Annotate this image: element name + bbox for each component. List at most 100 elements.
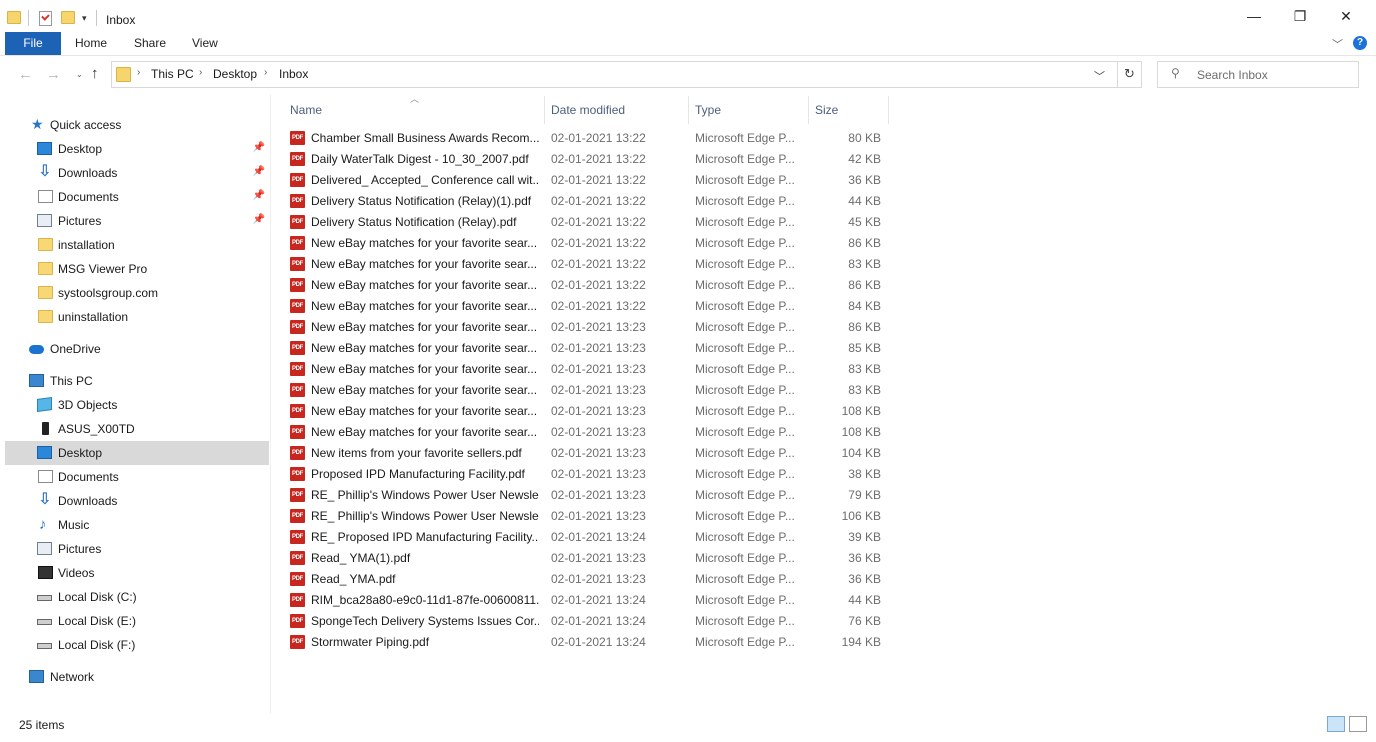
nav-item-downloads[interactable]: ⇩ Downloads 📌 [5,161,269,185]
maximize-button[interactable]: ❐ [1277,0,1323,32]
file-row[interactable]: PDF New eBay matches for your favorite se… [288,296,888,317]
folder-icon [38,262,53,275]
file-row[interactable]: PDF Chamber Small Business Awards Recom..… [288,128,888,149]
pane-divider[interactable] [270,94,271,714]
nav-item-disk-f[interactable]: Local Disk (F:) [5,633,269,657]
file-row[interactable]: PDF New items from your favorite sellers.… [288,443,888,464]
breadcrumb-desktop[interactable]: Desktop [213,67,257,81]
file-row[interactable]: PDF Daily WaterTalk Digest - 10_30_2007.p… [288,149,888,170]
column-header-name[interactable]: Name [290,103,322,125]
customize-qat-icon[interactable]: ▾ [82,13,87,24]
help-icon[interactable]: ? [1353,36,1367,50]
pdf-file-icon: PDF [290,467,305,481]
column-header-date[interactable]: Date modified [551,103,625,125]
chevron-right-icon[interactable]: › [199,67,202,78]
file-row[interactable]: PDF RE_ Proposed IPD Manufacturing Facili… [288,527,888,548]
file-row[interactable]: PDF New eBay matches for your favorite se… [288,359,888,380]
title-bar [0,0,1376,32]
nav-item-installation[interactable]: installation [5,233,269,257]
file-row[interactable]: PDF Stormwater Piping.pdf 02-01-2021 13:24… [288,632,888,653]
file-date-modified: 02-01-2021 13:23 [551,341,646,355]
file-date-modified: 02-01-2021 13:23 [551,404,646,418]
nav-item-pictures[interactable]: Pictures 📌 [5,209,269,233]
tab-share[interactable]: Share [134,32,166,55]
nav-item-documents[interactable]: Documents 📌 [5,185,269,209]
file-row[interactable]: PDF New eBay matches for your favorite se… [288,233,888,254]
file-row[interactable]: PDF SpongeTech Delivery Systems Issues Co… [288,611,888,632]
nav-item-3d-objects[interactable]: 3D Objects [5,393,269,417]
file-row[interactable]: PDF New eBay matches for your favorite se… [288,422,888,443]
nav-item-asus-phone[interactable]: ASUS_X00TD [5,417,269,441]
nav-item-downloads-pc[interactable]: ⇩ Downloads [5,489,269,513]
breadcrumb-inbox[interactable]: Inbox [279,67,308,81]
file-row[interactable]: PDF Read_ YMA(1).pdf 02-01-2021 13:23 Micro… [288,548,888,569]
nav-item-documents-pc[interactable]: Documents [5,465,269,489]
nav-this-pc[interactable]: This PC [5,369,269,393]
column-header-type[interactable]: Type [695,103,721,125]
file-row[interactable]: PDF Proposed IPD Manufacturing Facility.p… [288,464,888,485]
file-name: RE_ Phillip's Windows Power User Newsle.… [311,509,539,523]
nav-item-systoolsgroup[interactable]: systoolsgroup.com [5,281,269,305]
close-button[interactable]: ✕ [1323,0,1369,32]
nav-item-desktop[interactable]: Desktop 📌 [5,137,269,161]
nav-onedrive[interactable]: OneDrive [5,337,269,361]
file-row[interactable]: PDF Delivered_ Accepted_ Conference call … [288,170,888,191]
tab-file[interactable]: File [5,32,61,55]
pin-icon[interactable]: 📌 [253,214,265,225]
back-icon[interactable]: ← [18,66,33,83]
new-folder-icon[interactable] [61,11,75,24]
file-row[interactable]: PDF New eBay matches for your favorite se… [288,275,888,296]
pdf-file-icon: PDF [290,152,305,166]
column-divider[interactable] [808,96,809,124]
file-type: Microsoft Edge P... [695,530,795,544]
details-view-icon[interactable] [1327,716,1345,732]
nav-item-disk-e[interactable]: Local Disk (E:) [5,609,269,633]
file-row[interactable]: PDF Read_ YMA.pdf 02-01-2021 13:23 Microsof… [288,569,888,590]
file-row[interactable]: PDF New eBay matches for your favorite se… [288,380,888,401]
chevron-right-icon[interactable]: › [264,67,267,78]
pin-icon[interactable]: 📌 [253,190,265,201]
nav-item-msg-viewer-pro[interactable]: MSG Viewer Pro [5,257,269,281]
properties-icon[interactable] [39,11,52,26]
column-divider[interactable] [888,96,889,124]
address-dropdown-icon[interactable]: ﹀ [1094,68,1105,84]
minimize-button[interactable]: — [1231,0,1277,32]
nav-item-uninstallation[interactable]: uninstallation [5,305,269,329]
pin-icon[interactable]: 📌 [253,166,265,177]
file-name: RE_ Phillip's Windows Power User Newsle.… [311,488,539,502]
tab-home[interactable]: Home [75,32,107,55]
file-date-modified: 02-01-2021 13:23 [551,488,646,502]
nav-item-videos[interactable]: Videos [5,561,269,585]
file-row[interactable]: PDF Delivery Status Notification (Relay)(… [288,191,888,212]
recent-locations-icon[interactable]: ⌄ [76,70,83,79]
file-row[interactable]: PDF RE_ Phillip's Windows Power User News… [288,506,888,527]
column-divider[interactable] [544,96,545,124]
up-icon[interactable]: ↑ [91,65,99,82]
large-icons-view-icon[interactable] [1349,716,1367,732]
refresh-icon[interactable]: ↻ [1124,66,1135,82]
file-row[interactable]: PDF New eBay matches for your favorite se… [288,317,888,338]
tab-view[interactable]: View [192,32,218,55]
search-placeholder[interactable]: Search Inbox [1197,68,1268,82]
nav-network[interactable]: Network [5,665,269,689]
pin-icon[interactable]: 📌 [253,142,265,153]
nav-item-disk-c[interactable]: Local Disk (C:) [5,585,269,609]
disk-icon [37,643,52,649]
forward-icon[interactable]: → [46,66,61,83]
file-row[interactable]: PDF New eBay matches for your favorite se… [288,338,888,359]
nav-quick-access[interactable]: ★ Quick access [5,113,269,137]
column-header-size[interactable]: Size [815,103,838,125]
file-row[interactable]: PDF New eBay matches for your favorite se… [288,254,888,275]
expand-ribbon-icon[interactable]: ﹀ [1332,36,1343,52]
breadcrumb-this-pc[interactable]: This PC [151,67,194,81]
file-row[interactable]: PDF RIM_bca28a80-e9c0-11d1-87fe-00600811.… [288,590,888,611]
folder-icon [38,286,53,299]
file-row[interactable]: PDF Delivery Status Notification (Relay).… [288,212,888,233]
file-row[interactable]: PDF New eBay matches for your favorite se… [288,401,888,422]
nav-item-desktop-selected[interactable]: Desktop [5,441,269,465]
column-divider[interactable] [688,96,689,124]
file-row[interactable]: PDF RE_ Phillip's Windows Power User News… [288,485,888,506]
chevron-right-icon[interactable]: › [137,67,140,78]
nav-item-pictures-pc[interactable]: Pictures [5,537,269,561]
nav-item-music[interactable]: ♪ Music [5,513,269,537]
